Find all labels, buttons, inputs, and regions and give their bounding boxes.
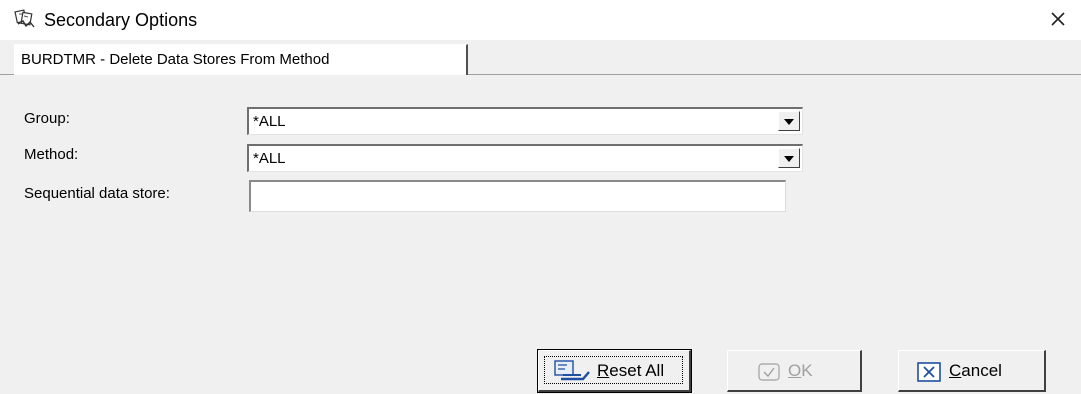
method-combobox[interactable]: *ALL	[247, 144, 803, 172]
cancel-label: Cancel	[949, 361, 1002, 380]
sequential-label: Sequential data store:	[24, 185, 170, 202]
ok-check-icon	[758, 363, 780, 381]
options-panel: Group: *ALL Method: *ALL Sequential data…	[0, 75, 1081, 394]
window-title: Secondary Options	[44, 10, 198, 30]
cancel-x-icon	[917, 362, 941, 382]
reset-all-button[interactable]: Reset All	[537, 349, 692, 393]
cancel-mnemonic: C	[949, 361, 962, 380]
reset-mnemonic: R	[597, 361, 610, 380]
ok-button[interactable]: OK	[727, 350, 862, 392]
cancel-button[interactable]: Cancel	[898, 350, 1046, 392]
tab-burdtmr[interactable]: BURDTMR - Delete Data Stores From Method	[14, 44, 468, 76]
group-combobox[interactable]: *ALL	[247, 107, 803, 135]
group-label: Group:	[24, 110, 70, 127]
chevron-down-icon	[784, 156, 794, 162]
close-icon[interactable]	[1045, 6, 1071, 32]
title-bar: Secondary Options	[0, 0, 1081, 40]
ok-label: OK	[788, 361, 813, 380]
reset-all-label: Reset All	[597, 361, 665, 380]
ok-mnemonic: O	[788, 361, 802, 380]
group-dropdown-button[interactable]	[778, 111, 800, 131]
chevron-down-icon	[784, 119, 794, 125]
tab-label: BURDTMR - Delete Data Stores From Method	[21, 51, 330, 68]
method-label: Method:	[24, 146, 79, 163]
sequential-data-store-input[interactable]	[249, 180, 786, 212]
reset-icon	[554, 360, 590, 381]
method-value: *ALL	[253, 150, 286, 167]
method-dropdown-button[interactable]	[778, 148, 800, 168]
stacked-cards-icon	[14, 9, 35, 28]
group-value: *ALL	[253, 113, 286, 130]
